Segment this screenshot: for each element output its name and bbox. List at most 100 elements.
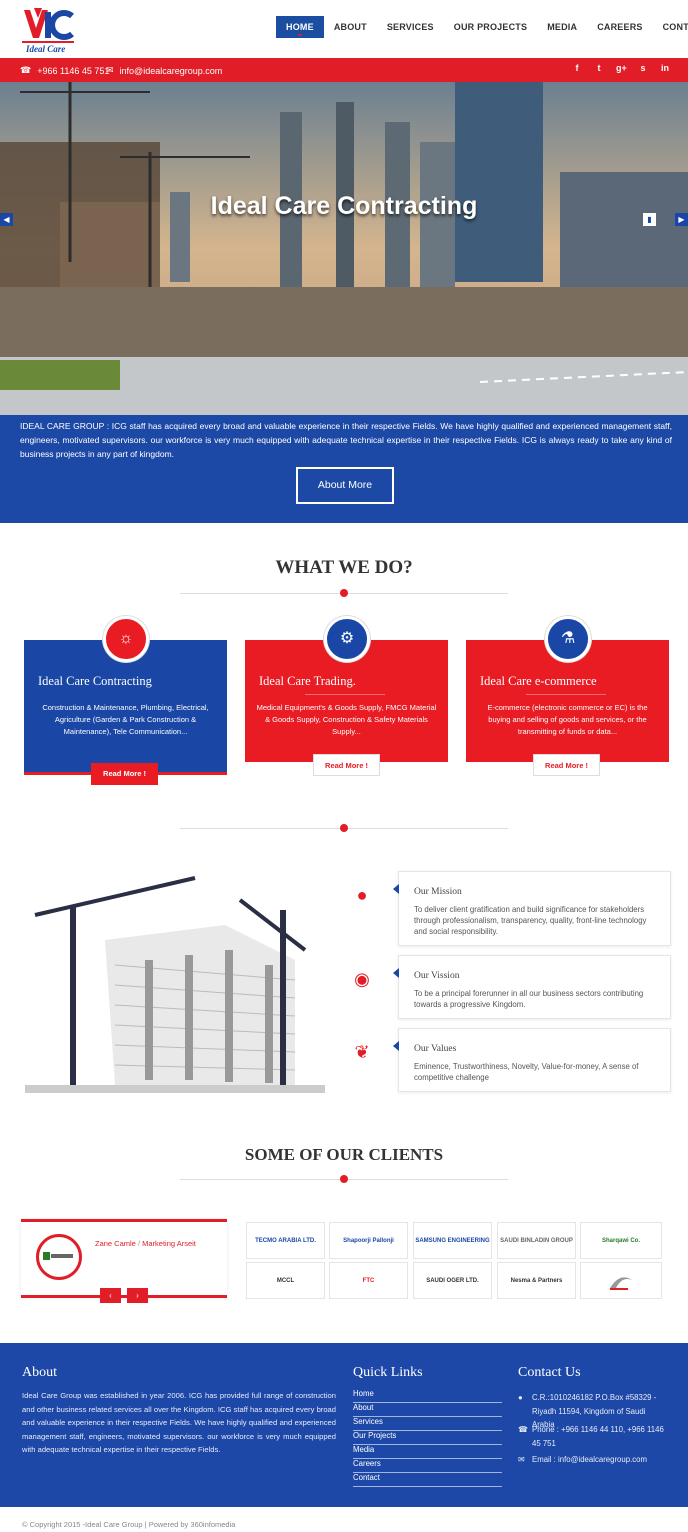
- vision-box: Our Vission To be a principal forerunner…: [393, 955, 671, 1019]
- skype-icon[interactable]: s: [638, 63, 648, 73]
- client-logo-tecmo: TECMO ARABIA LTD.: [246, 1222, 325, 1259]
- card-underline: [526, 694, 606, 695]
- phone-icon: ☎: [518, 1425, 528, 1434]
- footer-link-contact[interactable]: Contact: [353, 1473, 502, 1487]
- footer-email[interactable]: ✉ Email : info@idealcaregroup.com: [518, 1453, 668, 1467]
- leaf-icon: ❦: [354, 1042, 370, 1062]
- vision-text: To be a principal forerunner in all our …: [414, 989, 644, 1009]
- mission-title: Our Mission: [414, 887, 462, 897]
- footer-link-careers[interactable]: Careers: [353, 1459, 502, 1473]
- hero-title: Ideal Care Contracting: [210, 192, 478, 220]
- values-text: Eminence, Trustworthiness, Novelty, Valu…: [414, 1062, 639, 1082]
- email-address[interactable]: info@idealcaregroup.com: [120, 66, 223, 76]
- card-title: Ideal Care Trading.: [259, 674, 356, 688]
- email-contact[interactable]: ✉ info@idealcaregroup.com: [106, 65, 222, 76]
- contact-bar: ☎ +966 1146 45 751 ✉ info@idealcaregroup…: [0, 58, 688, 82]
- facebook-icon[interactable]: f: [572, 63, 582, 73]
- clients-title: SOME OF OUR CLIENTS: [244, 1145, 444, 1164]
- service-card-ecommerce: ⚗ Ideal Care e-commerce E-commerce (elec…: [466, 616, 669, 776]
- service-card-contracting: ☼ Ideal Care Contracting Construction & …: [24, 616, 227, 785]
- footer-phone: ☎ Phone : +966 1146 44 110, +966 1146 45…: [518, 1423, 668, 1450]
- hero-image: [0, 82, 688, 415]
- service-card-trading: ⚙ Ideal Care Trading. Medical Equipment'…: [245, 616, 448, 776]
- intro-section: IDEAL CARE GROUP : ICG staff has acquire…: [0, 415, 688, 523]
- intro-text: IDEAL CARE GROUP : ICG staff has acquire…: [20, 421, 672, 459]
- card-text: Construction & Maintenance, Plumbing, El…: [42, 703, 209, 736]
- client-logo-mccl: MCCL: [246, 1262, 325, 1299]
- footer-link-about[interactable]: About: [353, 1403, 502, 1417]
- footer-links-title: Quick Links: [353, 1365, 423, 1380]
- services-title: WHAT WE DO?: [275, 557, 413, 578]
- client-logo-ftc: FTC: [329, 1262, 408, 1299]
- services-divider: [180, 589, 508, 597]
- read-more-button[interactable]: Read More !: [313, 754, 380, 776]
- next-arrow-icon[interactable]: ▶: [675, 213, 688, 226]
- footer: About Ideal Care Group was established i…: [0, 1343, 688, 1507]
- card-underline: [305, 694, 385, 695]
- read-more-button[interactable]: Read More !: [91, 763, 158, 785]
- email-text[interactable]: Email : info@idealcaregroup.com: [532, 1455, 647, 1464]
- globe-icon: ●: [356, 885, 368, 905]
- client-logo-binladin: SAUDI BINLADIN GROUP: [497, 1222, 576, 1259]
- nav-services[interactable]: SERVICES: [377, 16, 444, 38]
- testimonial-prev-button[interactable]: ‹: [100, 1288, 121, 1303]
- linkedin-icon[interactable]: in: [660, 63, 670, 73]
- envelope-icon: ✉: [106, 65, 114, 75]
- logo-text: Ideal Care: [25, 44, 65, 54]
- client-logo-sharqawi: Sharqawi Co.: [580, 1222, 662, 1259]
- values-box: Our Values Eminence, Trustworthiness, No…: [393, 1028, 671, 1092]
- footer-about-title: About: [22, 1365, 57, 1380]
- footer-link-projects[interactable]: Our Projects: [353, 1431, 502, 1445]
- vision-title: Our Vission: [414, 971, 460, 981]
- nav-contact[interactable]: CONTACT: [653, 16, 688, 38]
- map-marker-icon: ●: [518, 1393, 523, 1402]
- lightbulb-icon: ☼: [103, 616, 149, 662]
- nav-our-projects[interactable]: OUR PROJECTS: [444, 16, 537, 38]
- footer-link-services[interactable]: Services: [353, 1417, 502, 1431]
- flask-icon: ⚗: [545, 616, 591, 662]
- section-divider: [180, 824, 508, 832]
- twitter-icon[interactable]: t: [594, 63, 604, 73]
- card-title: Ideal Care Contracting: [38, 674, 152, 688]
- google-plus-icon[interactable]: g+: [616, 63, 627, 73]
- client-logo-saudi-oger: SAUDI OGER LTD.: [413, 1262, 492, 1299]
- nav-careers[interactable]: CAREERS: [587, 16, 652, 38]
- client-logo-nesma: Nesma & Partners: [497, 1262, 576, 1299]
- values-title: Our Values: [414, 1044, 457, 1054]
- testimonial-name: Zane Camle: [95, 1239, 136, 1248]
- testimonial-next-button[interactable]: ›: [127, 1288, 148, 1303]
- mission-box: Our Mission To deliver client gratificat…: [393, 871, 671, 946]
- social-links: f t g+ s in: [572, 63, 670, 73]
- copyright-text: © Copyright 2015 -Ideal Care Group | Pow…: [22, 1520, 236, 1529]
- client-logo-misc: [580, 1262, 662, 1299]
- clients-divider: [180, 1175, 508, 1183]
- client-logo-samsung: SAMSUNG ENGINEERING: [413, 1222, 492, 1259]
- main-nav: HOME ABOUT SERVICES OUR PROJECTS MEDIA C…: [276, 16, 688, 38]
- nav-media[interactable]: MEDIA: [537, 16, 587, 38]
- footer-about-text: Ideal Care Group was established in year…: [22, 1391, 336, 1455]
- avatar: [36, 1234, 82, 1280]
- pause-icon[interactable]: ▮: [643, 213, 656, 226]
- logo[interactable]: Ideal Care: [20, 4, 80, 56]
- footer-contact-title: Contact Us: [518, 1365, 581, 1380]
- hero-slider: Ideal Care Contracting ◀ ▮ ▶: [0, 82, 688, 415]
- mission-text: To deliver client gratification and buil…: [414, 905, 647, 936]
- nav-home[interactable]: HOME: [276, 16, 324, 38]
- copyright-bar: © Copyright 2015 -Ideal Care Group | Pow…: [0, 1507, 688, 1532]
- nav-about[interactable]: ABOUT: [324, 16, 377, 38]
- envelope-icon: ✉: [518, 1455, 525, 1464]
- building-crane-illustration: [25, 876, 325, 1093]
- eye-icon: ◉: [354, 969, 370, 989]
- about-more-button[interactable]: About More: [296, 467, 394, 504]
- read-more-button[interactable]: Read More !: [533, 754, 600, 776]
- card-title: Ideal Care e-commerce: [480, 674, 597, 688]
- phone-contact: ☎ +966 1146 45 751: [20, 65, 109, 76]
- testimonial-card: Zane Camle / Marketing Arseit: [21, 1219, 227, 1298]
- prev-arrow-icon[interactable]: ◀: [0, 213, 13, 226]
- testimonial-author: Zane Camle / Marketing Arseit: [95, 1239, 196, 1248]
- gears-icon: ⚙: [324, 616, 370, 662]
- phone-icon: ☎: [20, 65, 32, 75]
- footer-link-home[interactable]: Home: [353, 1389, 502, 1403]
- footer-link-media[interactable]: Media: [353, 1445, 502, 1459]
- client-logo-shapoorji: Shapoorji Pallonji: [329, 1222, 408, 1259]
